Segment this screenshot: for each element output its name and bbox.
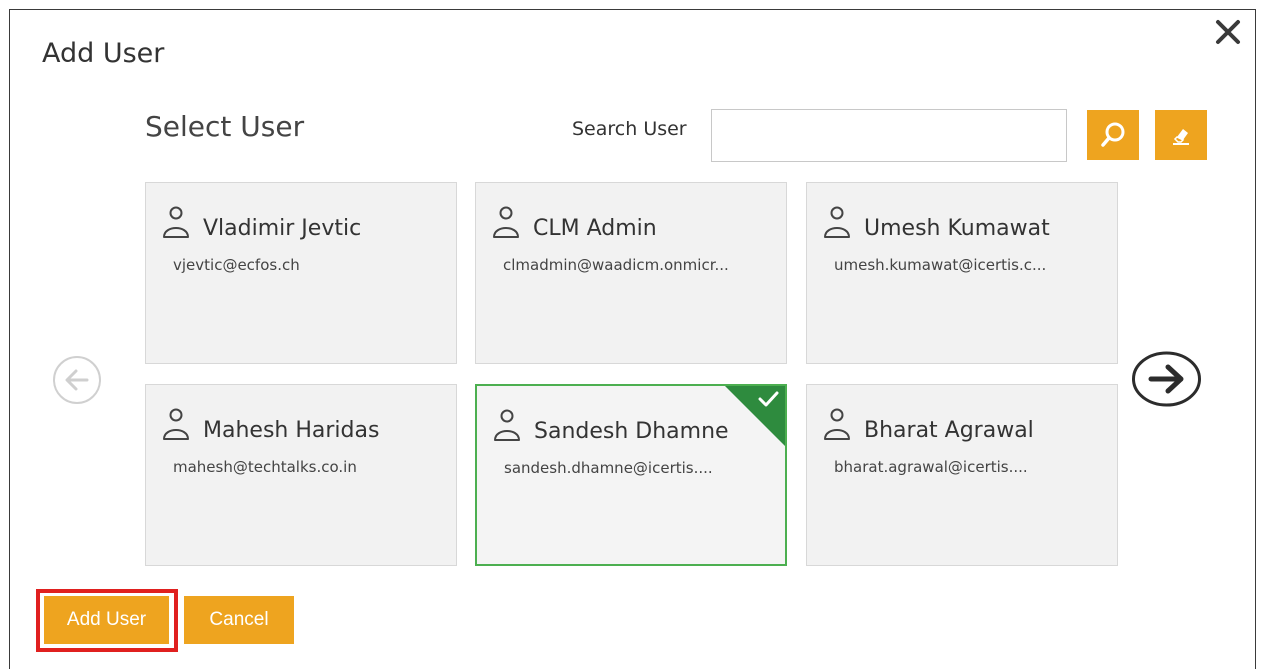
user-icon (494, 409, 520, 441)
search-button[interactable] (1087, 110, 1139, 160)
eraser-icon (1173, 129, 1189, 145)
user-name: Sandesh Dhamne (534, 419, 729, 444)
dialog-title: Add User (42, 38, 165, 69)
clear-search-button[interactable] (1155, 110, 1207, 160)
user-name: Bharat Agrawal (864, 418, 1034, 443)
user-icon (163, 206, 189, 238)
user-card-3[interactable]: Mahesh Haridas mahesh@techtalks.co.in (145, 384, 457, 566)
user-icon (163, 408, 189, 440)
search-icon (1101, 122, 1125, 147)
add-user-button[interactable]: Add User (44, 596, 169, 644)
user-name: Umesh Kumawat (864, 216, 1050, 241)
user-name: Mahesh Haridas (203, 418, 380, 443)
cancel-button[interactable]: Cancel (184, 596, 294, 644)
user-card-5[interactable]: Bharat Agrawal bharat.agrawal@icertis...… (806, 384, 1118, 566)
user-icon (824, 408, 850, 440)
user-card-4-selected[interactable]: Sandesh Dhamne sandesh.dhamne@icertis...… (475, 384, 787, 566)
user-email: bharat.agrawal@icertis.... (834, 458, 1028, 476)
user-email: vjevtic@ecfos.ch (173, 256, 300, 274)
user-name: Vladimir Jevtic (203, 216, 362, 241)
search-input[interactable] (711, 109, 1067, 162)
user-icon (493, 206, 519, 238)
user-icon (824, 206, 850, 238)
search-label: Search User (572, 118, 687, 140)
previous-page-button[interactable] (53, 356, 101, 404)
close-icon (1216, 20, 1240, 44)
user-card-0[interactable]: Vladimir Jevtic vjevtic@ecfos.ch (145, 182, 457, 364)
user-name: CLM Admin (533, 216, 657, 241)
arrow-left-icon (65, 369, 89, 391)
user-email: sandesh.dhamne@icertis.... (504, 459, 713, 477)
user-card-2[interactable]: Umesh Kumawat umesh.kumawat@icertis.c... (806, 182, 1118, 364)
user-card-1[interactable]: CLM Admin clmadmin@waadicm.onmicr... (475, 182, 787, 364)
arrow-right-icon (1132, 351, 1201, 407)
user-email: clmadmin@waadicm.onmicr... (503, 256, 729, 274)
next-page-button[interactable] (1131, 350, 1202, 408)
user-email: umesh.kumawat@icertis.c... (834, 256, 1047, 274)
user-email: mahesh@techtalks.co.in (173, 458, 357, 476)
section-title: Select User (145, 110, 305, 143)
close-button[interactable] (1212, 16, 1244, 48)
checkmark-icon (725, 386, 785, 446)
